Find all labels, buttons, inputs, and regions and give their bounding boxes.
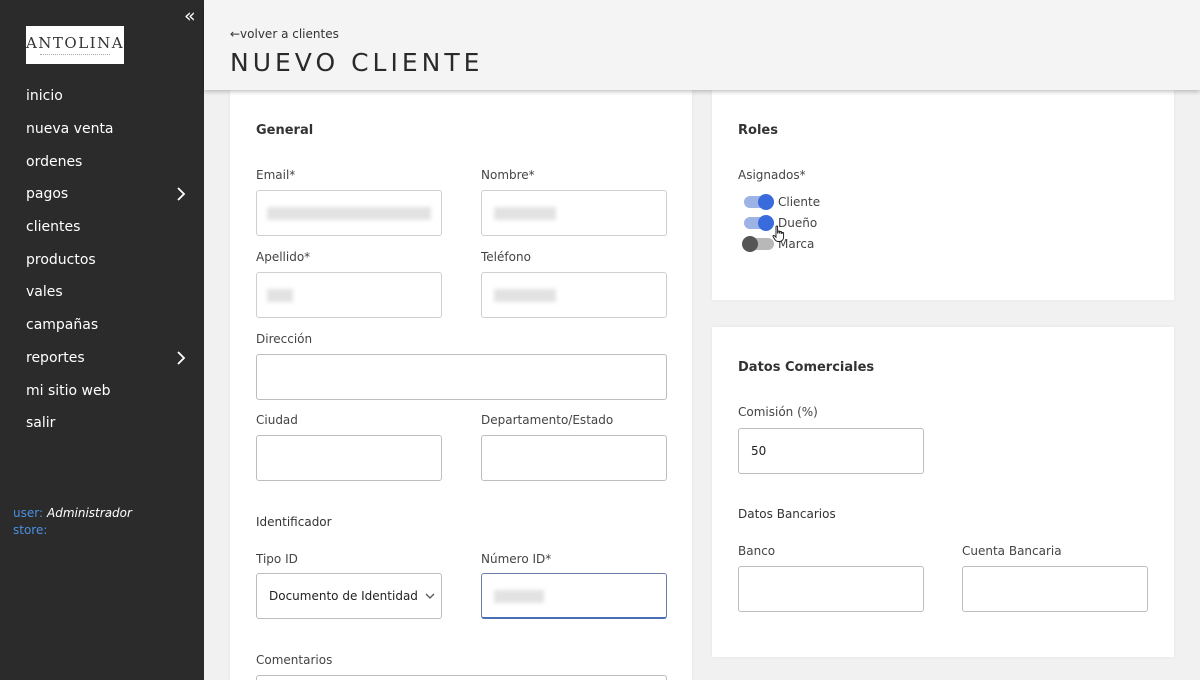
departamento-field[interactable] xyxy=(481,435,667,481)
ciudad-label: Ciudad xyxy=(256,413,298,427)
datos-bancarios-title: Datos Bancarios xyxy=(738,507,836,521)
sidebar-item-label: campañas xyxy=(26,317,99,334)
numero-id-label: Número ID* xyxy=(481,552,552,566)
sidebar-item-label: productos xyxy=(26,251,96,268)
tipo-id-value: Documento de Identidad xyxy=(269,589,418,603)
tipo-id-select[interactable]: Documento de Identidad xyxy=(256,573,442,619)
comision-field[interactable]: 50 xyxy=(738,428,924,474)
sidebar-item-label: nueva venta xyxy=(26,121,114,138)
sidebar-item-clientes[interactable]: clientes xyxy=(0,211,204,244)
apellido-field[interactable] xyxy=(256,272,442,318)
cuenta-bancaria-field[interactable] xyxy=(962,566,1148,612)
sidebar-nav: inicio nueva venta ordenes pagos cliente… xyxy=(0,80,204,440)
identificador-title: Identificador xyxy=(256,515,332,529)
sidebar-item-label: vales xyxy=(26,284,63,301)
toggle-switch[interactable] xyxy=(742,236,774,252)
sidebar-item-label: reportes xyxy=(26,349,85,366)
chevron-right-icon xyxy=(177,350,186,365)
comentarios-field[interactable] xyxy=(256,675,667,680)
sidebar-item-mi-sitio-web[interactable]: mi sitio web xyxy=(0,374,204,407)
datos-comerciales-title: Datos Comerciales xyxy=(738,360,875,375)
nombre-field[interactable] xyxy=(481,190,667,236)
cuenta-bancaria-label: Cuenta Bancaria xyxy=(962,544,1062,558)
sidebar-item-vales[interactable]: vales xyxy=(0,276,204,309)
apellido-label: Apellido* xyxy=(256,250,311,264)
redacted-value xyxy=(494,207,556,220)
direccion-label: Dirección xyxy=(256,332,313,346)
sidebar-item-nueva-venta[interactable]: nueva venta xyxy=(0,113,204,146)
user-label: user: xyxy=(13,506,44,520)
general-title: General xyxy=(256,123,314,138)
comision-label: Comisión (%) xyxy=(738,405,818,419)
toggle-knob xyxy=(742,236,758,252)
sidebar-item-inicio[interactable]: inicio xyxy=(0,80,204,113)
banco-field[interactable] xyxy=(738,566,924,612)
sidebar-item-label: ordenes xyxy=(26,153,83,170)
logo-text: ANTOLINA xyxy=(25,33,125,52)
asignados-label: Asignados* xyxy=(738,168,806,182)
toggle-switch[interactable] xyxy=(744,194,774,210)
user-value: Administrador xyxy=(47,506,132,520)
sidebar-item-salir[interactable]: salir xyxy=(0,407,204,440)
logo: ANTOLINA xyxy=(26,26,124,64)
redacted-value xyxy=(267,289,293,302)
user-info: user: Administrador store: xyxy=(13,505,132,539)
hand-cursor-icon xyxy=(772,225,785,242)
email-label: Email* xyxy=(256,168,296,182)
redacted-value xyxy=(494,590,544,603)
sidebar-item-pagos[interactable]: pagos xyxy=(0,178,204,211)
nombre-label: Nombre* xyxy=(481,168,535,182)
telefono-field[interactable] xyxy=(481,272,667,318)
page-header: ←volver a clientes NUEVO CLIENTE xyxy=(204,0,1200,90)
sidebar-item-productos[interactable]: productos xyxy=(0,243,204,276)
collapse-sidebar-icon[interactable]: « xyxy=(184,6,196,26)
numero-id-field[interactable] xyxy=(481,573,667,619)
departamento-label: Departamento/Estado xyxy=(481,413,614,427)
telefono-label: Teléfono xyxy=(481,250,531,264)
sidebar-item-label: mi sitio web xyxy=(26,382,111,399)
sidebar: « ANTOLINA inicio nueva venta ordenes pa… xyxy=(0,0,204,680)
sidebar-item-label: clientes xyxy=(26,219,81,236)
comision-value: 50 xyxy=(751,444,767,458)
role-label: Cliente xyxy=(778,195,821,209)
redacted-value xyxy=(267,207,431,220)
email-field[interactable] xyxy=(256,190,442,236)
toggle-knob xyxy=(758,194,774,210)
toggle-switch[interactable] xyxy=(744,215,774,231)
comentarios-label: Comentarios xyxy=(256,653,333,667)
logo-tagline xyxy=(40,53,110,56)
redacted-value xyxy=(494,289,556,302)
ciudad-field[interactable] xyxy=(256,435,442,481)
sidebar-item-label: pagos xyxy=(26,186,69,203)
role-cliente[interactable]: Cliente xyxy=(744,193,820,211)
back-link[interactable]: ←volver a clientes xyxy=(230,27,339,41)
sidebar-item-ordenes[interactable]: ordenes xyxy=(0,145,204,178)
sidebar-item-label: salir xyxy=(26,415,56,432)
store-label: store: xyxy=(13,523,48,537)
sidebar-item-reportes[interactable]: reportes xyxy=(0,342,204,375)
sidebar-item-label: inicio xyxy=(26,88,63,105)
page-title: NUEVO CLIENTE xyxy=(230,48,484,77)
direccion-field[interactable] xyxy=(256,354,667,400)
banco-label: Banco xyxy=(738,544,776,558)
sidebar-item-campanas[interactable]: campañas xyxy=(0,309,204,342)
chevron-down-icon xyxy=(425,593,435,599)
roles-title: Roles xyxy=(738,123,778,138)
chevron-right-icon xyxy=(177,187,186,201)
tipo-id-label: Tipo ID xyxy=(256,552,298,566)
